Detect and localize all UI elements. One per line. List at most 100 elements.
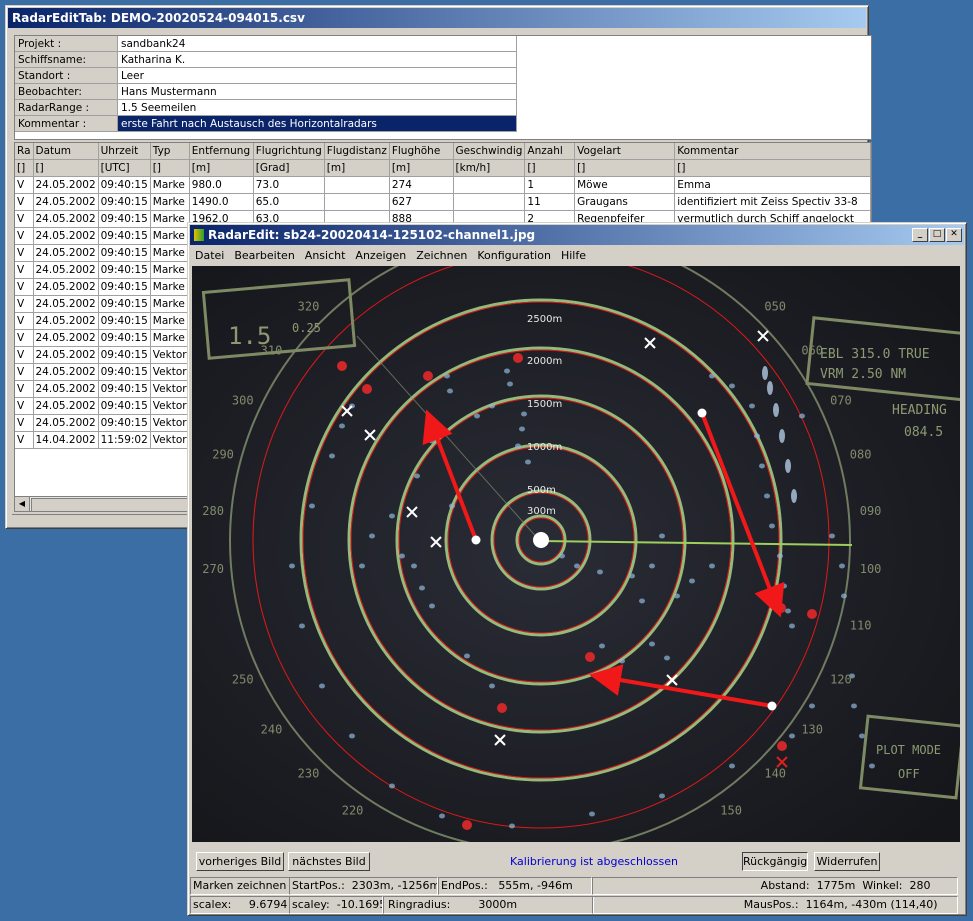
table-cell[interactable]: V <box>15 193 34 211</box>
close-icon[interactable]: ✕ <box>946 228 962 242</box>
column-header[interactable]: Uhrzeit <box>98 143 151 160</box>
table-cell[interactable]: 09:40:15 <box>98 346 151 364</box>
table-cell[interactable]: V <box>15 227 34 245</box>
table-cell[interactable]: 24.05.2002 <box>33 176 99 194</box>
table-cell[interactable]: 09:40:15 <box>98 210 151 228</box>
table-cell[interactable] <box>324 176 390 194</box>
table-cell[interactable]: 1 <box>524 176 576 194</box>
table-cell[interactable]: Möwe <box>574 176 676 194</box>
table-cell[interactable]: V <box>15 295 34 313</box>
column-header[interactable]: Flugdistanz <box>324 143 390 160</box>
table-cell[interactable]: 24.05.2002 <box>33 193 99 211</box>
table-cell[interactable]: Vektor <box>150 363 190 381</box>
vector-start-point[interactable] <box>697 408 707 418</box>
table-cell[interactable]: Marke <box>150 295 190 313</box>
table-cell[interactable]: 24.05.2002 <box>33 312 99 330</box>
table-cell[interactable]: 09:40:15 <box>98 312 151 330</box>
radar-image-canvas[interactable]: 300 310 320 050 060 070 080 090 100 110 120 130 140 1… <box>192 266 960 842</box>
table-cell[interactable]: identifiziert mit Zeiss Spectiv 33-8 <box>674 193 871 211</box>
table-cell[interactable]: 24.05.2002 <box>33 414 99 432</box>
table-cell[interactable]: 09:40:15 <box>98 261 151 279</box>
table-cell[interactable]: V <box>15 261 34 279</box>
table-cell[interactable]: V <box>15 312 34 330</box>
table-cell[interactable]: 24.05.2002 <box>33 278 99 296</box>
table-cell[interactable]: 1490.0 <box>189 193 254 211</box>
table-cell[interactable]: 11 <box>524 193 576 211</box>
table-cell[interactable]: Marke <box>150 193 190 211</box>
menu-konfiguration[interactable]: Konfiguration <box>472 247 556 265</box>
column-header[interactable]: Datum <box>33 143 99 160</box>
table-cell[interactable]: Marke <box>150 244 190 262</box>
table-cell[interactable]: 09:40:15 <box>98 193 151 211</box>
metadata-value[interactable]: sandbank24 <box>117 36 517 52</box>
column-header[interactable]: Typ <box>150 143 190 160</box>
table-cell[interactable]: 24.05.2002 <box>33 397 99 415</box>
table-cell[interactable] <box>453 193 526 211</box>
table-cell[interactable]: 24.05.2002 <box>33 244 99 262</box>
table-cell[interactable]: 09:40:15 <box>98 176 151 194</box>
table-cell[interactable] <box>453 176 526 194</box>
table-cell[interactable]: 65.0 <box>253 193 325 211</box>
table-cell[interactable]: 09:40:15 <box>98 329 151 347</box>
table-cell[interactable]: 11:59:02 <box>98 431 151 449</box>
table-cell[interactable]: 09:40:15 <box>98 363 151 381</box>
table-cell[interactable]: V <box>15 329 34 347</box>
prev-image-button[interactable]: vorheriges Bild <box>196 852 284 871</box>
metadata-value[interactable]: 1.5 Seemeilen <box>117 99 517 116</box>
table-cell[interactable]: Emma <box>674 176 871 194</box>
table-cell[interactable]: 09:40:15 <box>98 244 151 262</box>
table-cell[interactable]: 09:40:15 <box>98 227 151 245</box>
table-cell[interactable]: V <box>15 346 34 364</box>
redo-button[interactable]: Widerrufen <box>814 852 880 871</box>
table-cell[interactable]: V <box>15 176 34 194</box>
table-cell[interactable]: Vektor <box>150 431 190 449</box>
column-header[interactable]: Geschwindig <box>453 143 526 160</box>
column-header[interactable]: Flugrichtung <box>253 143 325 160</box>
table-cell[interactable]: V <box>15 244 34 262</box>
column-header[interactable]: Flughöhe <box>389 143 454 160</box>
metadata-value[interactable]: Leer <box>117 67 517 84</box>
table-cell[interactable]: 24.05.2002 <box>33 210 99 228</box>
table-cell[interactable]: 24.05.2002 <box>33 261 99 279</box>
table-cell[interactable]: Marke <box>150 227 190 245</box>
table-cell[interactable]: 09:40:15 <box>98 278 151 296</box>
table-cell[interactable]: 24.05.2002 <box>33 329 99 347</box>
table-cell[interactable]: Marke <box>150 329 190 347</box>
table-cell[interactable]: 09:40:15 <box>98 380 151 398</box>
table-cell[interactable]: 274 <box>389 176 454 194</box>
table-cell[interactable]: V <box>15 431 34 449</box>
table-cell[interactable]: 24.05.2002 <box>33 380 99 398</box>
table-cell[interactable]: Vektor <box>150 397 190 415</box>
column-header[interactable]: Entfernung <box>189 143 254 160</box>
menu-datei[interactable]: Datei <box>190 247 229 265</box>
table-cell[interactable]: 24.05.2002 <box>33 363 99 381</box>
menu-zeichnen[interactable]: Zeichnen <box>411 247 472 265</box>
column-header[interactable]: Ra <box>15 143 34 160</box>
vector-start-point[interactable] <box>471 535 481 545</box>
metadata-value[interactable]: Katharina K. <box>117 51 517 68</box>
table-cell[interactable]: Vektor <box>150 414 190 432</box>
table-cell[interactable]: Marke <box>150 312 190 330</box>
table-cell[interactable] <box>324 193 390 211</box>
scroll-thumb[interactable] <box>31 498 193 512</box>
table-cell[interactable]: 73.0 <box>253 176 325 194</box>
metadata-value[interactable]: erste Fahrt nach Austausch des Horizonta… <box>117 115 517 132</box>
table-cell[interactable]: Marke <box>150 278 190 296</box>
vector-start-point[interactable] <box>767 701 777 711</box>
table-cell[interactable]: V <box>15 278 34 296</box>
menu-ansicht[interactable]: Ansicht <box>300 247 351 265</box>
table-cell[interactable]: 09:40:15 <box>98 414 151 432</box>
table-cell[interactable]: 24.05.2002 <box>33 295 99 313</box>
table-cell[interactable]: 14.04.2002 <box>33 431 99 449</box>
radar-svg[interactable]: 300310320 0500600700800901001101201301401… <box>192 266 960 842</box>
table-cell[interactable]: Graugans <box>574 193 676 211</box>
table-cell[interactable]: Marke <box>150 176 190 194</box>
menu-hilfe[interactable]: Hilfe <box>556 247 591 265</box>
table-cell[interactable]: V <box>15 414 34 432</box>
table-cell[interactable]: V <box>15 363 34 381</box>
table-cell[interactable]: Marke <box>150 210 190 228</box>
table-cell[interactable]: V <box>15 210 34 228</box>
table-cell[interactable]: 627 <box>389 193 454 211</box>
table-row[interactable]: V 24.05.2002 09:40:15 Marke 1490.0 65.0 627 11 G… <box>15 193 871 211</box>
scroll-left-icon[interactable]: ◀ <box>15 497 30 511</box>
